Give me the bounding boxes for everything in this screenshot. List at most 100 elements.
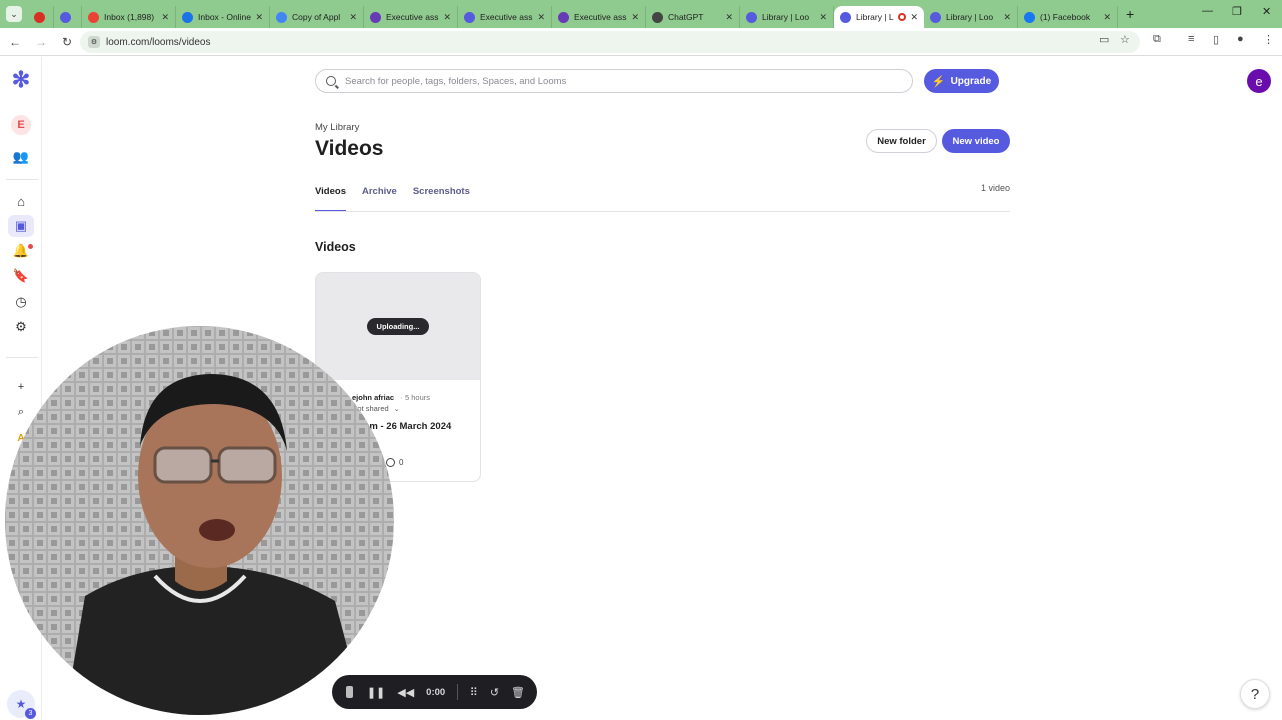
search-input[interactable]: Search for people, tags, folders, Spaces… [345,76,566,87]
close-tab-icon[interactable]: ✕ [349,12,357,23]
close-tab-icon[interactable]: ✕ [725,12,733,23]
site-info-icon[interactable]: ⚙ [88,36,100,48]
close-tab-icon[interactable]: ✕ [910,12,918,23]
tab-archive[interactable]: Archive [362,186,397,212]
loom-icon [746,11,757,23]
browser-tab[interactable]: Copy of Appl ✕ [270,6,364,28]
close-tab-icon[interactable]: ✕ [161,12,169,23]
restart-icon[interactable]: ↺ [490,686,499,699]
breadcrumb[interactable]: My Library [315,122,359,133]
address-bar[interactable]: ⚙ loom.com/looms/videos [80,31,1140,53]
browser-tab[interactable] [54,6,82,28]
app-icon [182,11,193,23]
browser-tab-title: Library | Loo [762,12,810,22]
upgrade-label: Upgrade [950,75,992,87]
close-tab-icon[interactable]: ✕ [819,12,827,23]
browser-tab[interactable] [28,6,54,28]
browser-tab[interactable]: Executive ass ✕ [364,6,458,28]
rewind-icon[interactable]: ◀◀ [397,686,414,699]
minimize-icon[interactable]: — [1202,5,1213,17]
stop-icon[interactable] [346,686,353,698]
tab-screenshots[interactable]: Screenshots [413,186,470,212]
trash-icon[interactable]: 🗑 [511,686,525,699]
settings-gear-icon[interactable]: ⚙ [8,316,34,338]
tab-divider [315,211,1010,212]
page-title: Videos [315,137,384,160]
browser-tab[interactable]: Inbox (1,898) ✕ [82,6,176,28]
new-tab-icon[interactable]: + [1126,6,1134,22]
browser-menu-icon[interactable]: ⋮ [1263,33,1274,46]
video-age: 5 hours [405,393,431,402]
browser-tab[interactable]: Executive ass ✕ [552,6,646,28]
browser-tab-title: ChatGPT [668,12,704,22]
pause-icon[interactable]: ❚❚ [367,686,385,699]
new-folder-button[interactable]: New folder [866,129,937,153]
video-count: 1 video [981,183,1011,193]
browser-tab[interactable]: Library | Loo ✕ [740,6,834,28]
reload-icon[interactable]: ↻ [56,35,78,49]
notification-dot [28,244,33,249]
camera-icon[interactable]: ▭ [1099,33,1109,46]
browser-tab[interactable]: Library | L ✕ [834,6,924,28]
workspace-switcher[interactable]: E [8,114,34,136]
workspace-avatar: E [11,115,31,135]
upgrade-button[interactable]: ⚡ Upgrade [924,69,999,93]
library-icon[interactable]: ▣ [8,215,34,237]
browser-tab[interactable]: ChatGPT ✕ [646,6,740,28]
close-tab-icon[interactable]: ✕ [255,12,263,23]
loom-logo-icon[interactable]: ✻ [8,67,34,92]
recording-controls: ❚❚ ◀◀ 0:00 ⠿ ↺ 🗑 [332,675,537,709]
close-window-icon[interactable]: ✕ [1262,5,1271,18]
browser-tab-title: Executive ass [386,12,439,22]
user-avatar[interactable]: e [1247,69,1271,93]
extensions-icon[interactable]: ⧉ [1153,33,1161,46]
help-button[interactable]: ? [1240,679,1270,709]
uploading-badge: Uploading... [367,318,429,335]
star-badge-count: 3 [25,708,36,719]
side-panel-icon[interactable]: ▯ [1213,33,1219,46]
loom-icon [840,11,851,23]
bookmark-star-icon[interactable]: ☆ [1120,33,1130,46]
video-thumbnail[interactable]: Uploading... [316,273,480,380]
browser-tab-title: Library | L [856,12,894,22]
library-tabs: Videos Archive Screenshots [315,186,486,212]
comment-count: 0 [386,458,403,467]
browser-tab-title: Copy of Appl [292,12,341,22]
home-icon[interactable]: ⌂ [8,190,34,212]
close-tab-icon[interactable]: ✕ [537,12,545,23]
loom-icon [930,11,941,23]
rail-search-icon[interactable]: ⌕ [8,401,34,423]
tab-search-dropdown-icon[interactable]: ⌄ [6,6,22,22]
tab-videos[interactable]: Videos [315,186,346,212]
history-icon[interactable]: ◷ [8,291,34,313]
comment-icon [386,458,395,467]
restore-icon[interactable]: ❐ [1232,5,1242,18]
browser-tab[interactable]: (1) Facebook ✕ [1018,6,1118,28]
browser-tab[interactable]: Executive ass ✕ [458,6,552,28]
browser-tab-title: Library | Loo [946,12,994,22]
close-tab-icon[interactable]: ✕ [1103,12,1111,23]
back-icon[interactable]: ← [4,35,26,49]
new-video-button[interactable]: New video [942,129,1010,153]
forward-icon[interactable]: → [30,35,52,49]
close-tab-icon[interactable]: ✕ [1003,12,1011,23]
close-tab-icon[interactable]: ✕ [631,12,639,23]
comment-count-value: 0 [399,458,404,467]
members-icon[interactable]: 👥 [8,146,34,168]
facebook-icon [1024,11,1035,23]
media-controls-icon[interactable]: ≡ [1188,33,1194,45]
browser-tab[interactable]: Inbox - Online ✕ [176,6,270,28]
webcam-bubble[interactable] [5,326,394,715]
chatgpt-icon [652,11,663,23]
drag-handle-icon[interactable]: ⠿ [470,686,478,699]
close-tab-icon[interactable]: ✕ [443,12,451,23]
search-bar[interactable]: Search for people, tags, folders, Spaces… [315,69,913,93]
loom-icon [464,11,475,23]
browser-tab-title: Inbox (1,898) [104,12,155,22]
browser-tab[interactable]: Library | Loo ✕ [924,6,1018,28]
profile-icon[interactable]: ● [1237,33,1244,45]
forms-icon [370,11,381,23]
add-icon[interactable]: + [8,376,34,398]
browser-tab-strip: ⌄ Inbox (1,898) ✕ Inbox - Online ✕ Copy of A… [0,0,1282,28]
bookmark-icon[interactable]: 🔖 [8,265,34,287]
